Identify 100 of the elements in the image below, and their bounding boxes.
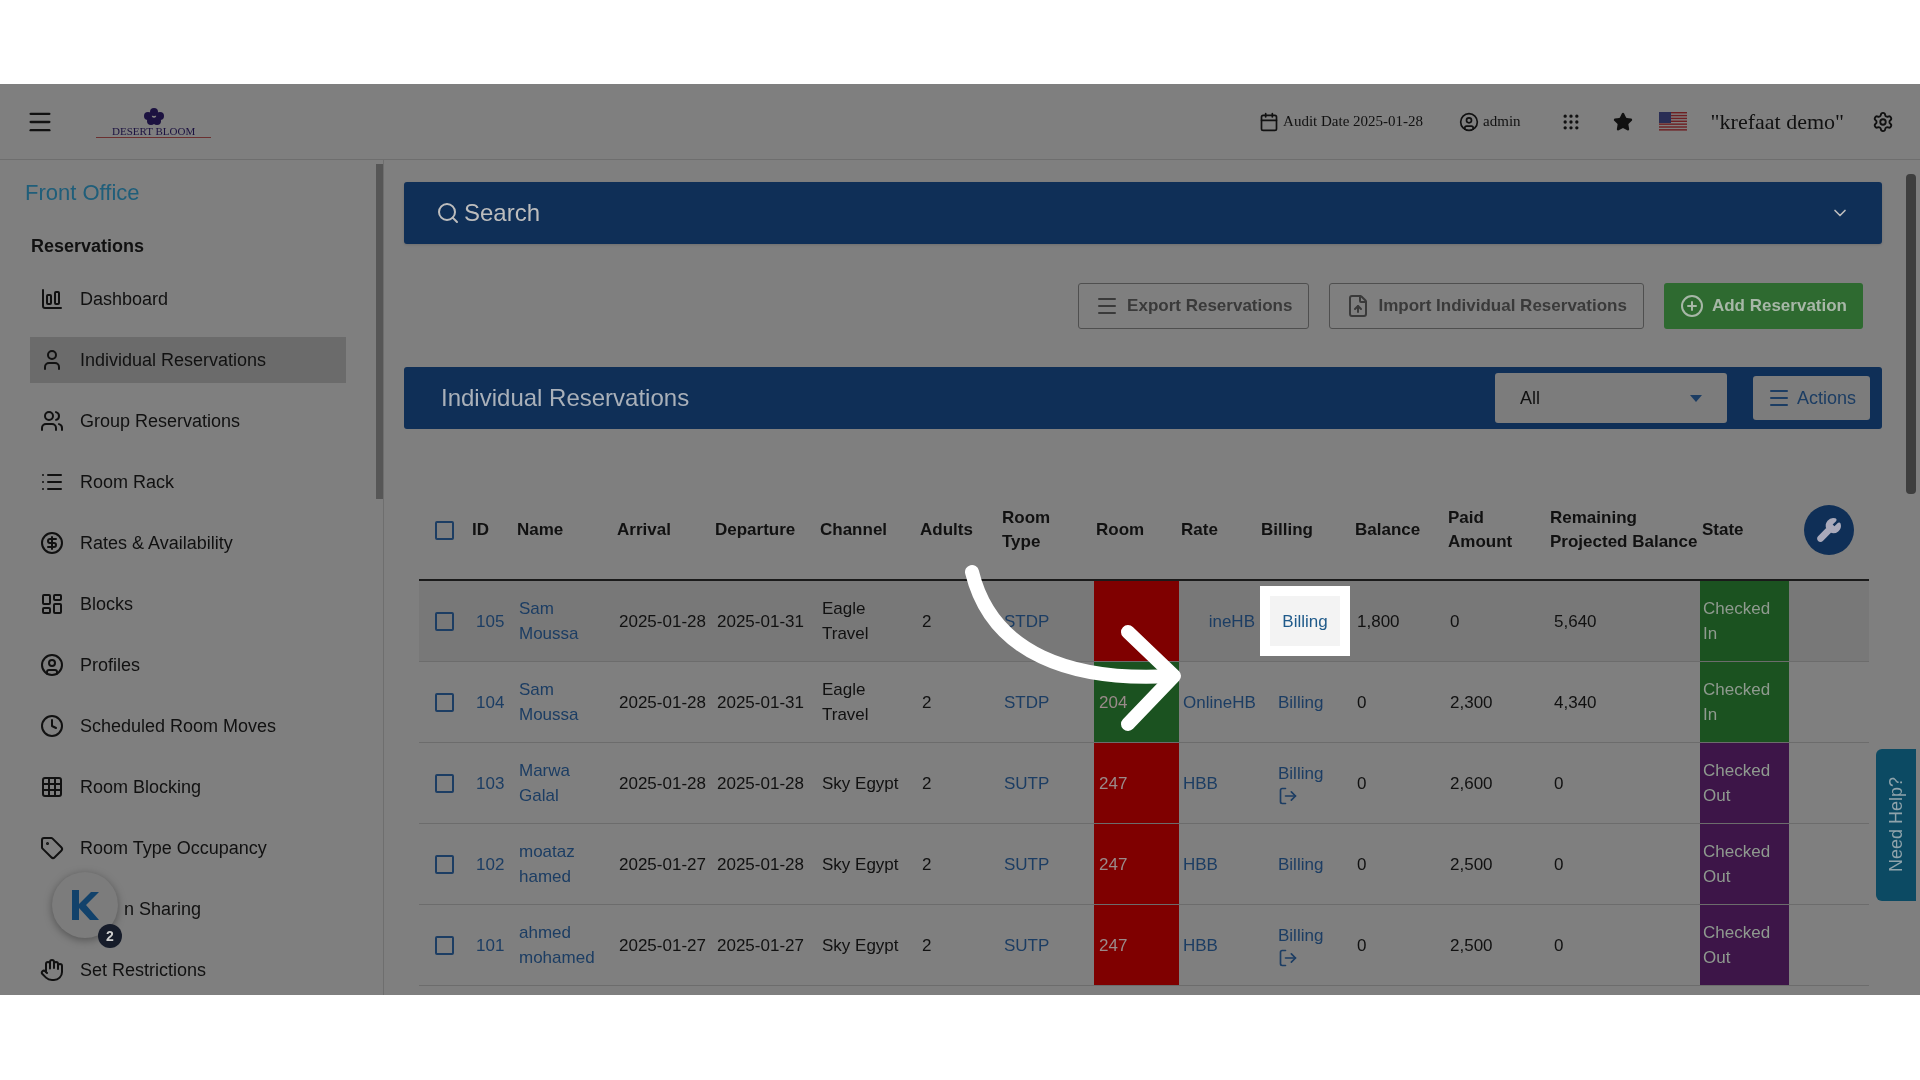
rate-link[interactable]: HBB <box>1183 851 1218 877</box>
guest-name-link[interactable]: ahmed mohamed <box>519 920 611 970</box>
sidebar-item[interactable]: Room Type Occupancy <box>30 825 346 871</box>
guest-name-link[interactable]: Sam Moussa <box>519 677 611 727</box>
notification-badge: 2 <box>98 924 122 948</box>
billing-link[interactable]: Billing <box>1262 760 1350 786</box>
id-link[interactable]: 105 <box>476 608 505 634</box>
hand-icon <box>40 958 64 982</box>
sidebar-item[interactable]: Individual Reservations <box>30 337 346 383</box>
room-type-link[interactable]: SUTP <box>1004 851 1050 877</box>
scrollbar-thumb[interactable] <box>376 164 383 499</box>
toolbar-button[interactable]: Import Individual Reservations <box>1329 283 1644 329</box>
table-cell-text: 1,800 <box>1357 610 1400 633</box>
search-icon <box>436 201 460 225</box>
room-cell[interactable]: 247 <box>1094 743 1179 823</box>
row-checkbox[interactable] <box>435 854 454 874</box>
row-checkbox[interactable] <box>435 773 454 793</box>
main-scrollbar-thumb[interactable] <box>1906 174 1916 494</box>
sidebar-item[interactable]: Profiles <box>30 642 346 688</box>
sidebar-item[interactable]: Room Rack <box>30 459 346 505</box>
table-cell-text: 0 <box>1357 772 1367 795</box>
row-checkbox[interactable] <box>435 935 454 955</box>
user-icon[interactable] <box>1459 111 1480 132</box>
column-header[interactable]: Remaining Projected Balance <box>1548 506 1700 554</box>
room-cell[interactable] <box>1094 581 1179 661</box>
rate-link[interactable]: HBB <box>1183 932 1218 958</box>
billing-link[interactable]: Billing <box>1260 586 1350 656</box>
sidebar-item[interactable]: n Sharing <box>124 886 346 932</box>
rate-link[interactable]: OnlineHB <box>1183 689 1256 715</box>
select-all-checkbox[interactable] <box>435 520 454 540</box>
column-header[interactable]: Paid Amount <box>1446 506 1548 554</box>
help-tab[interactable]: Need Help? <box>1876 749 1916 901</box>
column-header[interactable]: Name <box>515 518 615 542</box>
sidebar-item[interactable]: Group Reservations <box>30 398 346 444</box>
guest-name-link[interactable]: Marwa Galal <box>519 758 611 808</box>
column-header[interactable]: Arrival <box>615 518 713 542</box>
row-checkbox[interactable] <box>435 611 454 631</box>
table-cell-text: 2,300 <box>1450 691 1493 714</box>
toolbar-button[interactable]: Add Reservation <box>1663 283 1863 329</box>
search-bar[interactable]: Search <box>404 182 1882 244</box>
column-header[interactable]: Departure <box>713 518 818 542</box>
room-type-link[interactable]: STDP <box>1004 689 1050 715</box>
room-cell[interactable]: 247 <box>1094 824 1179 904</box>
id-link[interactable]: 101 <box>476 932 505 958</box>
toolbar-button[interactable]: Export Reservations <box>1078 283 1310 329</box>
column-header[interactable]: State <box>1700 518 1789 542</box>
sidebar-item[interactable]: Set Restrictions <box>30 947 346 993</box>
sidebar-item[interactable]: Room Blocking <box>30 764 346 810</box>
room-type-link[interactable]: SUTP <box>1004 770 1050 796</box>
sidebar-item[interactable]: Dashboard <box>30 276 346 322</box>
column-header[interactable]: Room <box>1094 518 1179 542</box>
column-header[interactable]: Room Type <box>1000 506 1094 554</box>
column-header[interactable]: Billing <box>1259 518 1353 542</box>
row-checkbox[interactable] <box>435 692 454 712</box>
guest-name-link[interactable]: Sam Moussa <box>519 596 611 646</box>
table-cell-text: 0 <box>1357 853 1367 876</box>
table-cell-text: 2025-01-27 <box>619 853 706 876</box>
sidebar-item[interactable]: Rates & Availability <box>30 520 346 566</box>
rate-link[interactable]: ineHB <box>1208 608 1255 634</box>
billing-link[interactable]: Billing <box>1262 689 1350 715</box>
id-link[interactable]: 104 <box>476 689 505 715</box>
guest-name-link[interactable]: moataz hamed <box>519 839 611 889</box>
flag-icon[interactable] <box>1658 111 1687 132</box>
settings-icon[interactable] <box>1872 110 1894 133</box>
table-cell-text: 2025-01-31 <box>717 610 804 633</box>
panel-title: Individual Reservations <box>441 383 690 413</box>
clock-icon <box>40 714 64 738</box>
billing-link[interactable]: Billing <box>1262 851 1350 877</box>
rate-link[interactable]: HBB <box>1183 770 1218 796</box>
room-type-link[interactable]: SUTP <box>1004 932 1050 958</box>
star-icon[interactable] <box>1612 111 1633 132</box>
checkout-icon[interactable] <box>1278 785 1298 806</box>
table-cell-text: Eagle Travel <box>822 598 870 645</box>
table-cell-text: 2,500 <box>1450 853 1493 876</box>
state-badge: Checked Out <box>1700 743 1789 823</box>
workspace-name[interactable]: "krefaat demo" <box>1710 105 1844 138</box>
table-cell-text: 2 <box>922 772 932 795</box>
caret-icon <box>1689 394 1702 402</box>
room-type-link[interactable]: STDP <box>1004 608 1050 634</box>
table-cell-text: 2,600 <box>1450 772 1493 795</box>
settings-button[interactable] <box>1804 505 1854 555</box>
sidebar-item[interactable]: Scheduled Room Moves <box>30 703 346 749</box>
column-header[interactable]: Rate <box>1179 518 1259 542</box>
table-cell-text: 0 <box>1554 934 1564 957</box>
room-cell[interactable]: 247 <box>1094 905 1179 985</box>
column-header[interactable]: ID <box>470 518 515 542</box>
table-cell-text: 2,500 <box>1450 934 1493 957</box>
column-header[interactable]: Adults <box>918 518 1000 542</box>
column-header[interactable]: Balance <box>1353 518 1446 542</box>
table-cell-text: 4,340 <box>1554 691 1597 714</box>
user-name[interactable]: admin <box>1483 110 1521 133</box>
id-link[interactable]: 102 <box>476 851 505 877</box>
column-header[interactable]: Channel <box>818 518 918 542</box>
billing-link[interactable]: Billing <box>1262 922 1350 948</box>
id-link[interactable]: 103 <box>476 770 505 796</box>
table-cell-text: 2 <box>922 610 932 633</box>
filter-select[interactable]: All <box>1494 373 1727 423</box>
checkout-icon[interactable] <box>1278 947 1298 968</box>
sidebar-item[interactable]: Blocks <box>30 581 346 627</box>
actions-button[interactable]: Actions <box>1752 376 1870 420</box>
